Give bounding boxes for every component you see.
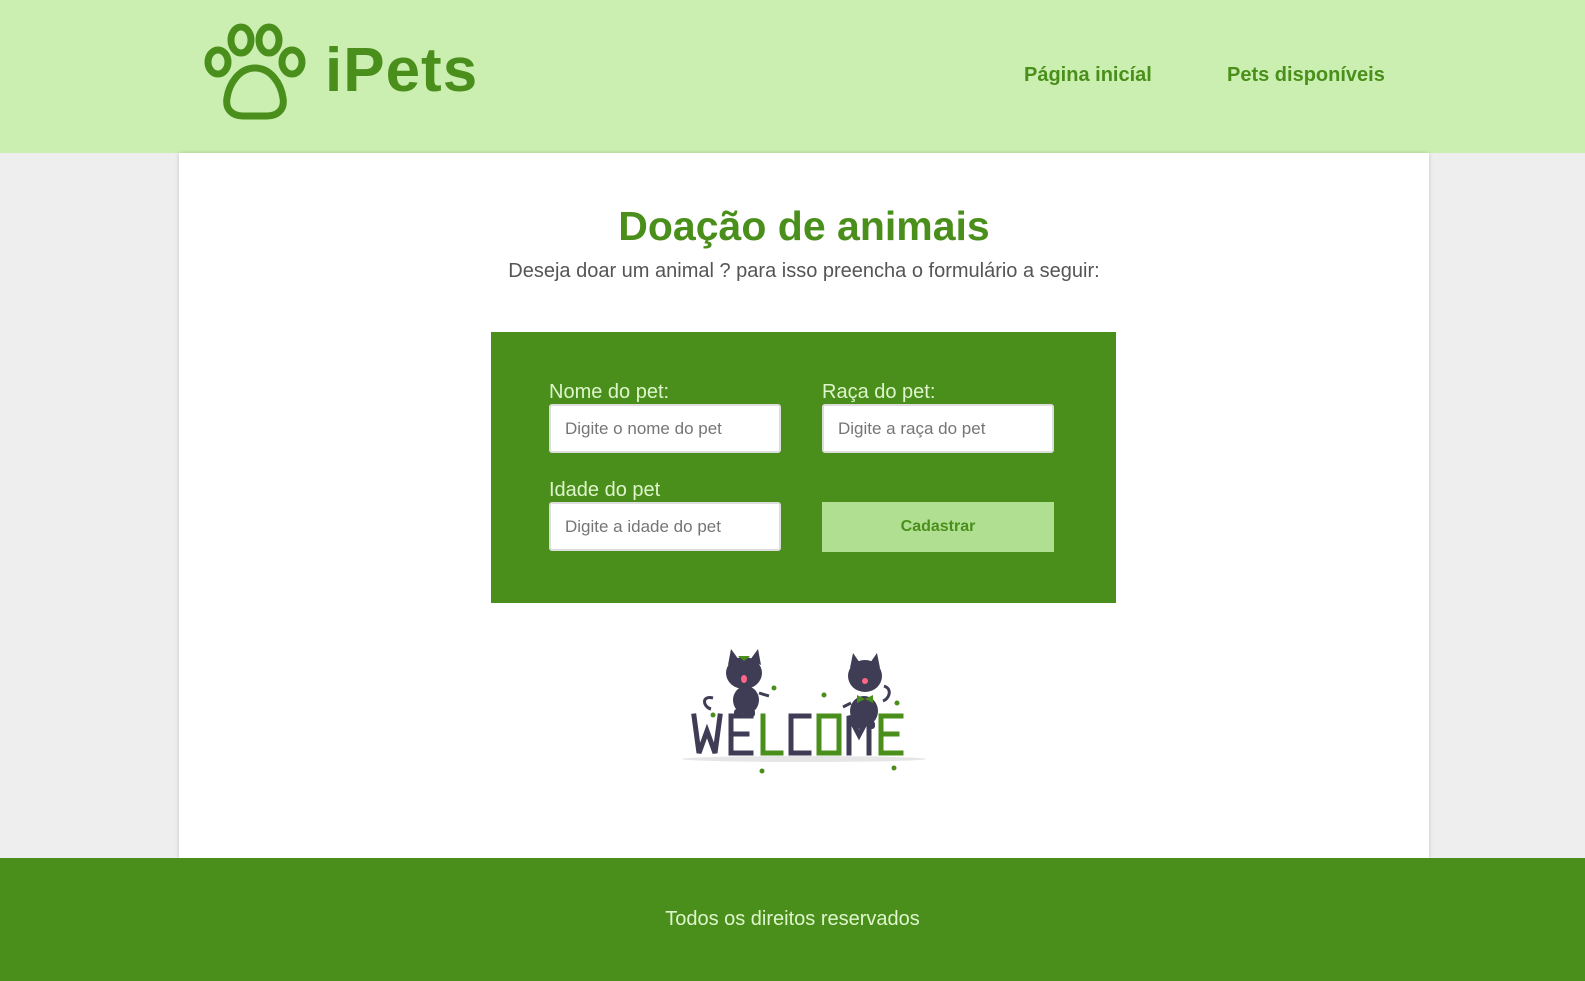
register-button[interactable]: Cadastrar [822,502,1054,552]
site-footer: Todos os direitos reservados [0,858,1585,981]
site-header: iPets Página inicíal Pets disponíveis [0,0,1585,153]
welcome-cats-image [682,649,926,774]
pet-breed-input[interactable] [822,404,1054,453]
main-content: Doação de animais Deseja doar um animal … [179,153,1429,858]
paw-icon [204,23,306,120]
page-subtitle: Deseja doar um animal ? para isso preenc… [508,260,1100,282]
donation-form: Nome do pet: Raça do pet: Idade do pet C… [491,332,1116,603]
pet-age-label: Idade do pet [549,479,661,501]
pet-name-input[interactable] [549,404,781,453]
page-title: Doação de animais [618,203,990,249]
footer-copyright: Todos os direitos reservados [665,908,920,930]
nav-home-link[interactable]: Página inicíal [1024,64,1152,87]
welcome-illustration [679,643,929,783]
logo-text: iPets [325,36,479,105]
pet-breed-label: Raça do pet: [822,381,936,403]
nav-available-pets-link[interactable]: Pets disponíveis [1227,64,1385,87]
logo[interactable]: iPets [203,22,478,120]
pet-name-label: Nome do pet: [549,381,670,403]
cat-left-icon [703,649,770,717]
pet-age-input[interactable] [549,502,781,551]
